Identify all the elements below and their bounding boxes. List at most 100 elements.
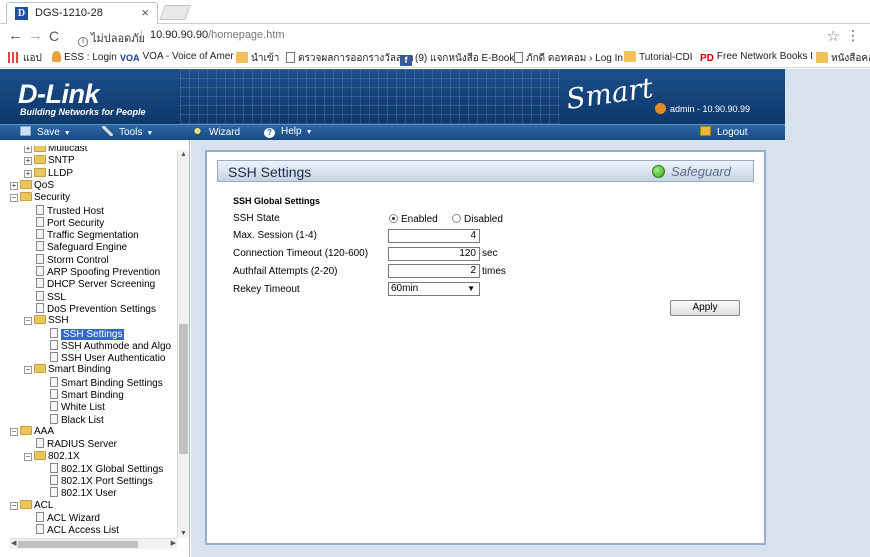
collapse-icon[interactable]: − [24, 452, 32, 461]
scroll-right-icon[interactable]: ▶ [171, 539, 176, 547]
bookmark-pakdee[interactable]: ภักดี ดอทคอม › Log In [514, 51, 623, 66]
expand-icon[interactable]: + [24, 157, 32, 166]
max-session-input[interactable]: 4 [388, 229, 480, 243]
logged-in-user: admin - 10.90.90.99 [670, 104, 751, 114]
close-tab-icon[interactable]: × [141, 5, 149, 20]
rekey-timeout-select[interactable]: 60min ▼ [388, 282, 480, 296]
tab-title: DGS-1210-28 [35, 7, 103, 19]
tree-item[interactable]: − Smart Binding [24, 364, 111, 376]
tree-item[interactable]: RADIUS Server [24, 438, 117, 450]
tree-item[interactable]: Black List [38, 413, 104, 426]
tree-item[interactable]: Storm Control [24, 253, 109, 266]
menu-save[interactable]: Save ▼ [20, 126, 71, 138]
address-divider: | [140, 28, 144, 42]
forward-arrow-icon[interactable]: → [28, 27, 43, 45]
folder-icon [34, 146, 46, 152]
tree-item[interactable]: Smart Binding [38, 389, 124, 401]
tree-item[interactable]: Traffic Segmentation [24, 229, 139, 241]
scroll-thumb[interactable] [18, 541, 138, 548]
expand-icon[interactable]: + [24, 169, 32, 178]
tree-item[interactable]: SSH Authmode and Algo [38, 339, 171, 352]
tree-item[interactable]: White List [38, 401, 105, 413]
scroll-thumb[interactable] [179, 324, 188, 454]
menu-help[interactable]: ? Help ▼ [264, 126, 313, 138]
expand-icon[interactable]: + [10, 181, 18, 190]
tree-item[interactable]: + Multicast [24, 146, 87, 155]
ssh-state-enabled-radio[interactable] [389, 214, 398, 223]
ssh-state-disabled-radio[interactable] [452, 214, 461, 223]
tree-item[interactable]: 802.1X Global Settings [38, 462, 163, 475]
bookmark-voa[interactable]: VOA VOA - Voice of Amer [120, 51, 234, 64]
document-icon [36, 524, 44, 535]
bookmark-apps[interactable]: แอป [8, 51, 42, 66]
doc-icon [514, 52, 523, 63]
bookmark-ess[interactable]: ESS : Login [52, 51, 117, 63]
new-tab-button[interactable] [159, 5, 191, 20]
tree-item-label: Multicast [48, 146, 88, 154]
tree-item[interactable]: 802.1X User [38, 487, 117, 499]
tree-item[interactable]: − AAA [10, 425, 54, 438]
bookmark-star-icon[interactable]: ☆ [827, 27, 840, 45]
logout-button[interactable]: Logout [700, 126, 748, 138]
tree-item[interactable]: + LLDP [24, 167, 73, 180]
scroll-up-icon[interactable]: ▲ [180, 151, 187, 158]
menu-tools[interactable]: Tools ▼ [102, 126, 153, 138]
security-status[interactable]: i ไม่ปลอดภัย [78, 29, 145, 47]
tree-item[interactable]: ARP Spoofing Prevention [24, 266, 160, 278]
bookmark-import[interactable]: นำเข้า [236, 51, 279, 66]
tree-item[interactable]: Trusted Host [24, 204, 104, 217]
browser-nav-bar: ← → C i ไม่ปลอดภัย | 10.90.90.90/homepage… [0, 24, 870, 48]
scroll-down-icon[interactable]: ▼ [180, 530, 187, 537]
tree-item[interactable]: + QoS [10, 179, 54, 192]
scroll-left-icon[interactable]: ◀ [11, 539, 16, 547]
bookmark-network-books[interactable]: PD Free Network Books I [700, 51, 813, 64]
collapse-icon[interactable]: − [24, 317, 32, 326]
back-arrow-icon[interactable]: ← [8, 27, 23, 45]
collapse-icon[interactable]: − [24, 366, 32, 375]
menu-wizard[interactable]: Wizard [192, 126, 240, 138]
collapse-icon[interactable]: − [10, 427, 18, 436]
tree-item[interactable]: Smart Binding Settings [38, 376, 163, 389]
document-icon [50, 487, 58, 498]
tree-item[interactable]: DoS Prevention Settings [24, 302, 156, 315]
tree-item-label: RADIUS Server [47, 439, 118, 451]
tree-item[interactable]: SSL [24, 290, 66, 303]
tree-item[interactable]: Port Security [24, 216, 104, 229]
tree-item-label: 802.1X User [61, 488, 117, 500]
logout-icon [700, 126, 711, 136]
collapse-icon[interactable]: − [10, 194, 18, 203]
tree-item[interactable]: SSH User Authenticatio [38, 352, 166, 364]
tree-item[interactable]: DHCP Server Screening [24, 278, 155, 290]
tree-item-label: SSL [47, 291, 66, 303]
tree-item[interactable]: 802.1X Port Settings [38, 475, 153, 487]
address-bar[interactable]: 10.90.90.90/homepage.htm [150, 29, 285, 41]
dlink-logo: D-Link [18, 79, 100, 109]
expand-icon[interactable]: + [24, 146, 32, 153]
bookmark-tutorial[interactable]: Tutorial-CDI [624, 51, 693, 63]
authfail-attempts-input[interactable]: 2 [388, 264, 480, 278]
connection-timeout-input[interactable]: 120 [388, 247, 480, 261]
bookmark-ebook[interactable]: f (9) แจกหนังสือ E-Book [400, 51, 514, 66]
reload-icon[interactable]: C [49, 27, 59, 45]
tree-item[interactable]: − 802.1X [24, 450, 80, 463]
apply-button[interactable]: Apply [670, 300, 740, 316]
tree-horizontal-scrollbar[interactable]: ◀ ▶ [10, 538, 177, 549]
bookmark-lottery[interactable]: ตรวจผลการออกรางวัลสลา [286, 51, 414, 66]
browser-tab[interactable]: D DGS-1210-28 × [6, 2, 158, 24]
bookmark-books[interactable]: หนังสือคอ [816, 51, 870, 66]
tree-item[interactable]: − SSH [24, 315, 69, 327]
tree-item[interactable]: + SNTP [24, 155, 75, 167]
safeguard-label[interactable]: Safeguard [671, 164, 731, 179]
tree-item[interactable]: SSH Settings [38, 327, 125, 340]
tree-item[interactable]: ACL Access List [24, 524, 119, 536]
collapse-icon[interactable]: − [10, 501, 18, 510]
browser-menu-icon[interactable]: ⋮ [846, 27, 860, 44]
tree-item[interactable]: − ACL [10, 499, 53, 512]
tree-item[interactable]: ACL Wizard [24, 512, 100, 524]
tree-vertical-scrollbar[interactable]: ▲ ▼ [177, 150, 189, 538]
tree-item[interactable]: − Security [10, 192, 70, 204]
url-path: /homepage.htm [208, 29, 285, 41]
chevron-down-icon: ▼ [146, 130, 154, 137]
apps-icon [8, 52, 20, 63]
tree-item[interactable]: Safeguard Engine [24, 241, 127, 253]
